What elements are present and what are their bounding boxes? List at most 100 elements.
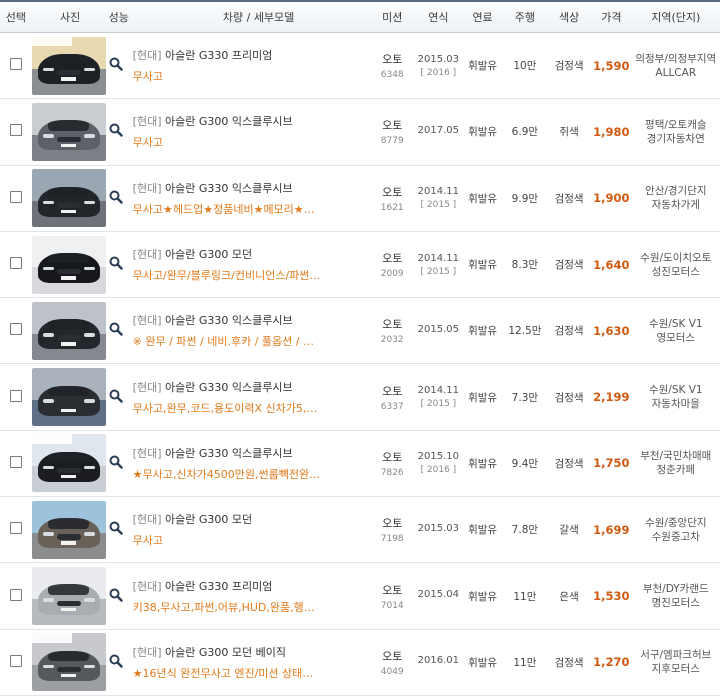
dealer-name: 경기자동차연 — [646, 132, 705, 145]
year-registered: [ 2015 ] — [420, 266, 457, 277]
dealer-name: 영모터스 — [656, 331, 696, 344]
select-checkbox[interactable] — [9, 124, 22, 137]
model-name[interactable]: 아슬란 G330 익스클루시브 — [165, 447, 293, 460]
region-cell: 서구/엠파크허브 지후모터스 — [632, 648, 720, 676]
region-cell: 부천/DY카랜드 명진모터스 — [632, 582, 720, 610]
model-title[interactable]: [현대] 아슬란 G330 익스클루시브 — [133, 312, 370, 328]
car-photo[interactable] — [31, 169, 106, 228]
header-photo[interactable]: 사진 — [32, 9, 109, 25]
search-icon[interactable] — [109, 455, 123, 469]
car-photo[interactable] — [31, 301, 106, 360]
table-row[interactable]: [현대] 아슬란 G330 프리미엄 키38,무사고,파썬,어뷰,HUD,완품,… — [0, 563, 720, 630]
year-value: 2015.03 — [417, 53, 460, 65]
header-trans[interactable]: 미션 — [370, 9, 414, 25]
model-name[interactable]: 아슬란 G330 익스클루시브 — [165, 381, 293, 394]
search-icon[interactable] — [109, 322, 123, 337]
mileage-value: 12.5만 — [508, 325, 542, 338]
car-photo[interactable] — [31, 368, 106, 427]
header-select[interactable]: 선택 — [0, 9, 32, 25]
model-title[interactable]: [현대] 아슬란 G330 프리미엄 — [133, 578, 370, 594]
car-photo[interactable] — [31, 500, 106, 559]
header-year[interactable]: 연식 — [414, 9, 462, 25]
color-value: 검정색 — [554, 60, 584, 73]
header-color[interactable]: 색상 — [547, 9, 591, 25]
select-checkbox[interactable] — [9, 522, 22, 535]
model-name[interactable]: 아슬란 G330 프리미엄 — [165, 49, 272, 62]
table-row[interactable]: [현대] 아슬란 G330 익스클루시브 무사고★헤드업★정품네비★메모리★듀얼… — [0, 166, 720, 232]
car-photo[interactable] — [31, 235, 106, 294]
year-value: 2017.05 — [417, 124, 460, 136]
search-icon[interactable] — [109, 389, 123, 403]
table-row[interactable]: [현대] 아슬란 G330 익스클루시브 ★무사고,신차가4500만원,썬룹빽전… — [0, 431, 720, 498]
photo-cell — [31, 36, 109, 95]
model-name[interactable]: 아슬란 G330 프리미엄 — [165, 580, 272, 593]
search-icon[interactable] — [109, 57, 123, 71]
table-row[interactable]: [현대] 아슬란 G330 익스클루시브 무사고,완무,코드,용도이력X 신차가… — [0, 364, 720, 431]
model-title[interactable]: [현대] 아슬란 G300 모던 — [133, 511, 370, 527]
model-name[interactable]: 아슬란 G300 모던 베이직 — [165, 646, 286, 659]
select-checkbox[interactable] — [9, 389, 22, 402]
trans-value: 오토 — [382, 119, 403, 133]
select-checkbox[interactable] — [9, 455, 22, 468]
spec-cell — [109, 389, 133, 406]
model-title[interactable]: [현대] 아슬란 G330 프리미엄 — [133, 47, 370, 63]
model-name[interactable]: 아슬란 G300 모던 — [165, 513, 252, 526]
header-model[interactable]: 차량 / 세부모델 — [147, 9, 370, 25]
search-icon[interactable] — [109, 256, 123, 270]
mileage-value: 7.3만 — [511, 391, 539, 404]
search-icon[interactable] — [109, 588, 123, 602]
model-title[interactable]: [현대] 아슬란 G300 익스클루시브 — [133, 113, 370, 129]
mileage-value: 7.8만 — [511, 524, 539, 537]
year-cell: 2015.03 — [414, 523, 462, 537]
select-checkbox[interactable] — [9, 257, 22, 270]
trans-value: 오토 — [382, 450, 403, 464]
select-checkbox[interactable] — [9, 323, 22, 336]
table-row[interactable]: [현대] 아슬란 G300 모던 베이직 ★16년식 완전무사고 엔진/미션 상… — [0, 630, 720, 696]
table-row[interactable]: [현대] 아슬란 G300 모던 무사고 오토 7198 2015.03 휘발유… — [0, 497, 720, 564]
header-fuel[interactable]: 연료 — [462, 9, 502, 25]
header-km[interactable]: 주행 — [503, 9, 547, 25]
car-photo[interactable] — [31, 36, 106, 95]
region-cell: 수원/SK V1 영모터스 — [632, 317, 720, 345]
search-icon[interactable] — [109, 123, 123, 138]
model-title[interactable]: [현대] 아슬란 G330 익스클루시브 — [133, 379, 370, 395]
search-icon[interactable] — [109, 190, 123, 204]
table-row[interactable]: [현대] 아슬란 G300 모던 무사고/완무/블루링크/컨비니언스/파썬/용.… — [0, 232, 720, 299]
model-title[interactable]: [현대] 아슬란 G300 모던 — [133, 246, 370, 262]
table-row[interactable]: [현대] 아슬란 G300 익스클루시브 무사고 오토 8779 2017.05… — [0, 99, 720, 166]
mileage-value: 9.4만 — [511, 457, 539, 470]
car-photo[interactable] — [31, 633, 106, 692]
table-row[interactable]: [현대] 아슬란 G330 익스클루시브 ※ 완무 / 파썬 / 네비.후카 /… — [0, 298, 720, 365]
table-row[interactable]: [현대] 아슬란 G330 프리미엄 무사고 오토 6348 2015.03 [… — [0, 33, 720, 100]
trans-code: 2009 — [380, 269, 404, 280]
model-name[interactable]: 아슬란 G300 익스클루시브 — [165, 115, 293, 128]
select-checkbox[interactable] — [9, 58, 22, 71]
select-checkbox[interactable] — [9, 588, 22, 601]
year-cell: 2015.04 — [414, 589, 462, 603]
select-checkbox[interactable] — [9, 654, 22, 667]
model-title[interactable]: [현대] 아슬란 G330 익스클루시브 — [133, 445, 370, 461]
region-location: 수원/SK V1 — [648, 384, 703, 397]
color-value: 검정색 — [554, 391, 584, 404]
price-value: 1,590 — [593, 58, 630, 73]
header-spec[interactable]: 성능 — [109, 9, 147, 25]
photo-cell — [31, 434, 109, 493]
car-photo[interactable] — [31, 434, 106, 493]
year-cell: 2016.01 — [414, 655, 462, 669]
year-registered: [ 2015 ] — [420, 399, 457, 410]
model-cell: [현대] 아슬란 G330 익스클루시브 ★무사고,신차가4500만원,썬룹빽전… — [133, 445, 370, 482]
search-icon[interactable] — [109, 654, 123, 668]
region-location: 수원/중앙단지 — [645, 516, 707, 529]
spec-cell — [109, 588, 133, 605]
car-photo[interactable] — [31, 102, 106, 161]
model-title[interactable]: [현대] 아슬란 G300 모던 베이직 — [133, 644, 370, 660]
model-title[interactable]: [현대] 아슬란 G330 익스클루시브 — [133, 180, 370, 196]
car-photo[interactable] — [31, 567, 106, 626]
select-checkbox[interactable] — [9, 190, 22, 203]
header-region[interactable]: 지역(단지) — [632, 9, 720, 25]
model-name[interactable]: 아슬란 G330 익스클루시브 — [165, 314, 293, 327]
model-name[interactable]: 아슬란 G330 익스클루시브 — [165, 182, 293, 195]
model-name[interactable]: 아슬란 G300 모던 — [165, 248, 252, 261]
search-icon[interactable] — [109, 521, 123, 535]
header-price[interactable]: 가격 — [591, 9, 631, 25]
